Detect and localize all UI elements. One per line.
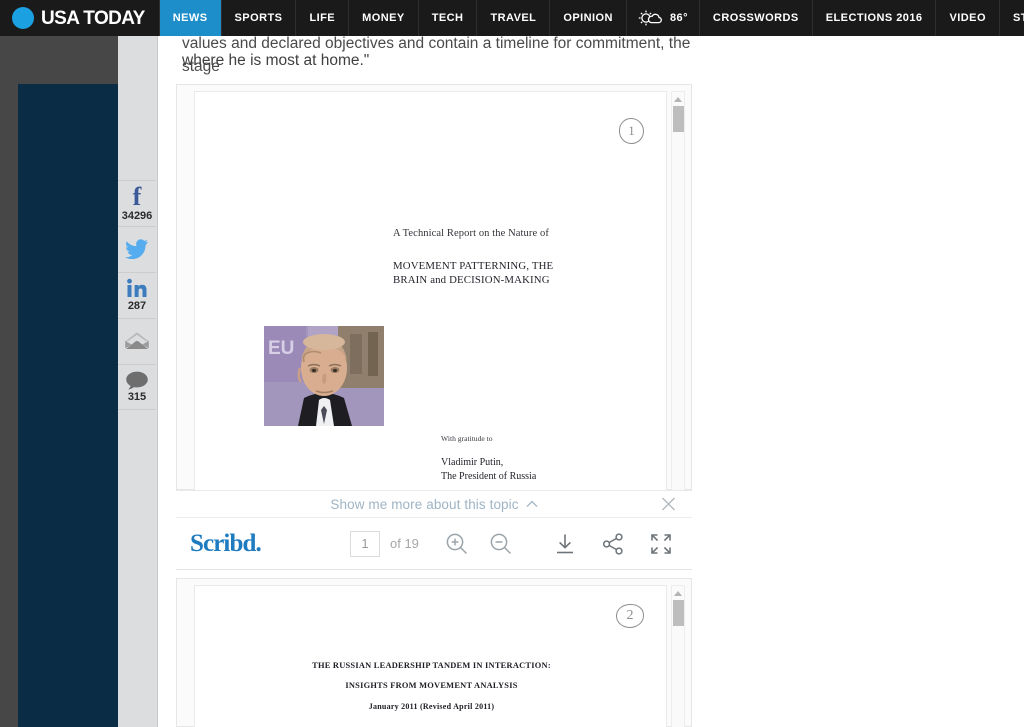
show-more-topic-label: Show me more about this topic — [330, 496, 519, 512]
gratitude-label: With gratitude to — [441, 434, 493, 443]
facebook-count: 34296 — [121, 210, 153, 223]
page-number-input[interactable]: 1 — [350, 530, 380, 557]
chevron-up-icon — [526, 500, 538, 508]
svg-text:EU: EU — [268, 338, 294, 359]
document-subtitle: A Technical Report on the Nature of — [393, 228, 549, 239]
sun-cloud-icon — [638, 10, 662, 26]
close-topic-bar-button[interactable] — [661, 497, 676, 512]
usa-today-dot-icon — [12, 7, 34, 29]
nav-item-elections[interactable]: ELECTIONS 2016 — [813, 0, 937, 36]
share-email-button[interactable] — [118, 318, 156, 364]
comments-count: 315 — [127, 391, 147, 404]
share-icon — [602, 532, 623, 555]
share-twitter-button[interactable] — [118, 226, 156, 272]
document-page-2[interactable]: 2 THE RUSSIAN LEADERSHIP TANDEM IN INTER… — [194, 585, 667, 727]
scribd-embed-page-2: 2 THE RUSSIAN LEADERSHIP TANDEM IN INTER… — [176, 578, 692, 727]
scrollbar-thumb[interactable] — [673, 106, 684, 132]
download-icon — [557, 534, 573, 553]
weather-temp: 86° — [669, 12, 688, 24]
gratitude-name: Vladimir Putin, The President of Russia — [441, 457, 537, 483]
nav-item-news[interactable]: NEWS — [158, 0, 222, 36]
zoom-in-button[interactable] — [445, 532, 469, 556]
top-navigation-bar: USA TODAY NEWS SPORTS LIFE MONEY TECH TR… — [0, 0, 1024, 36]
document-scrollbar-1[interactable] — [671, 91, 685, 491]
brand-label: USA TODAY — [41, 7, 145, 29]
nav-item-stocks[interactable]: STOCKS — [1000, 0, 1024, 36]
show-more-topic-bar: Show me more about this topic — [176, 490, 692, 518]
document-page-1[interactable]: 1 A Technical Report on the Nature of MO… — [194, 91, 667, 491]
linkedin-icon — [127, 279, 147, 298]
nav-item-opinion[interactable]: OPINION — [550, 0, 627, 36]
fullscreen-icon — [651, 533, 671, 554]
scribd-toolbar: Scribd. 1 of 19 — [176, 518, 692, 570]
page-total-label: of 19 — [390, 536, 419, 551]
page2-title-line-2: INSIGHTS FROM MOVEMENT ANALYSIS — [345, 681, 518, 690]
fullscreen-button[interactable] — [650, 533, 672, 555]
comments-button[interactable]: 315 — [118, 364, 156, 410]
email-icon — [125, 332, 149, 349]
zoom-out-icon — [490, 533, 511, 554]
share-facebook-button[interactable]: f 34296 — [118, 180, 156, 226]
nav-item-tech[interactable]: TECH — [419, 0, 478, 36]
social-share-rail: f 34296 287 315 — [118, 180, 156, 410]
facebook-icon: f — [132, 181, 142, 211]
zoom-out-button[interactable] — [489, 532, 513, 556]
nav-item-travel[interactable]: TRAVEL — [477, 0, 551, 36]
vladimir-putin-photo: EU — [264, 326, 384, 426]
page-corner-mark-1: 1 — [619, 118, 644, 144]
nav-item-crosswords[interactable]: CROSSWORDS — [700, 0, 813, 36]
scribd-embed-page-1: 1 A Technical Report on the Nature of MO… — [176, 84, 692, 491]
scribd-logo[interactable]: Scribd. — [190, 531, 298, 556]
nav-item-money[interactable]: MONEY — [349, 0, 419, 36]
document-title: MOVEMENT PATTERNING, THE BRAIN and DECIS… — [393, 260, 554, 286]
download-button[interactable] — [554, 533, 576, 555]
nav-item-weather[interactable]: 86° — [627, 0, 700, 36]
zoom-in-icon — [446, 533, 467, 554]
document-scrollbar-2[interactable] — [671, 585, 685, 727]
nav-item-video[interactable]: VIDEO — [936, 0, 1000, 36]
usa-today-logo[interactable]: USA TODAY — [0, 0, 159, 36]
page2-date-line: January 2011 (Revised April 2011) — [368, 702, 495, 711]
page-corner-mark-2: 2 — [616, 604, 644, 628]
share-button[interactable] — [602, 532, 624, 555]
nav-items: NEWS SPORTS LIFE MONEY TECH TRAVEL OPINI… — [158, 0, 1024, 36]
article-text-line-2: where he is most at home." — [182, 52, 370, 69]
nav-item-sports[interactable]: SPORTS — [222, 0, 297, 36]
scrollbar-thumb-2[interactable] — [673, 600, 684, 626]
linkedin-count: 287 — [127, 300, 147, 313]
page2-title-line-1: THE RUSSIAN LEADERSHIP TANDEM IN INTERAC… — [312, 661, 551, 670]
comment-icon — [126, 372, 148, 390]
putin-photo-graphic: EU — [264, 326, 384, 426]
page-root: USA TODAY NEWS SPORTS LIFE MONEY TECH TR… — [0, 0, 1024, 727]
close-icon — [662, 497, 675, 511]
nav-item-life[interactable]: LIFE — [296, 0, 350, 36]
show-more-topic-link[interactable]: Show me more about this topic — [330, 496, 538, 512]
twitter-icon — [125, 239, 148, 259]
scrollbar-up-arrow-icon[interactable] — [672, 94, 684, 105]
share-linkedin-button[interactable]: 287 — [118, 272, 156, 318]
scrollbar-up-arrow-icon-2[interactable] — [672, 588, 684, 599]
